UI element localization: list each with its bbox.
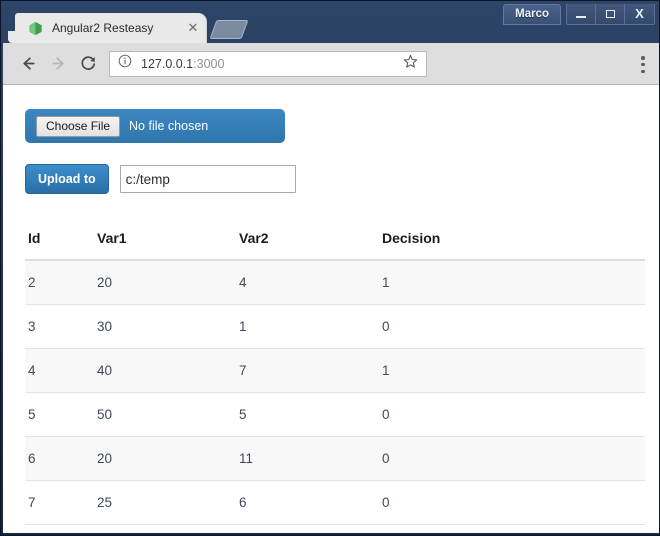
cell-var1: 40 <box>97 348 239 393</box>
cell-decision: 0 <box>382 480 645 525</box>
table-row: 3 30 1 0 <box>25 304 645 349</box>
cell-id: 5 <box>25 392 97 437</box>
cell-var1: 20 <box>97 260 239 305</box>
browser-menu-button[interactable] <box>641 56 645 73</box>
file-status-text: No file chosen <box>129 119 209 133</box>
angular-cube-icon <box>28 21 43 36</box>
cell-decision: 0 <box>382 392 645 437</box>
tab-strip: Angular2 Resteasy ✕ <box>1 13 659 43</box>
column-header-var1: Var1 <box>97 230 239 261</box>
new-tab-button[interactable] <box>209 20 249 39</box>
cell-var1: 50 <box>97 392 239 437</box>
tab-angular2-resteasy[interactable]: Angular2 Resteasy ✕ <box>8 13 207 43</box>
column-header-id: Id <box>25 230 97 261</box>
cell-id: 3 <box>25 304 97 349</box>
cell-id: 6 <box>25 436 97 481</box>
cell-decision: 1 <box>382 348 645 393</box>
menu-dot <box>641 56 645 60</box>
table-row: 5 50 5 0 <box>25 392 645 437</box>
cell-var2: 4 <box>239 260 382 305</box>
cell-decision: 0 <box>382 436 645 481</box>
info-circle-icon[interactable] <box>118 54 132 73</box>
file-picker-bar[interactable]: Choose File No file chosen <box>25 109 285 143</box>
upload-row: Upload to <box>25 164 643 194</box>
forward-button[interactable] <box>43 49 73 79</box>
cell-decision: 0 <box>382 304 645 349</box>
upload-path-input[interactable] <box>119 165 296 193</box>
cell-var2: 6 <box>239 480 382 525</box>
data-table: Id Var1 Var2 Decision 2 20 4 1 3 30 1 0 … <box>25 230 645 525</box>
address-bar[interactable]: 127.0.0.1:3000 <box>109 50 427 77</box>
tab-title: Angular2 Resteasy <box>52 21 154 35</box>
page-content: Choose File No file chosen Upload to Id … <box>3 85 659 525</box>
cell-var2: 7 <box>239 348 382 393</box>
column-header-decision: Decision <box>382 230 645 261</box>
choose-file-button[interactable]: Choose File <box>36 115 121 137</box>
browser-toolbar: 127.0.0.1:3000 <box>3 43 659 85</box>
url-host: 127.0.0.1 <box>141 56 194 71</box>
table-header-row: Id Var1 Var2 Decision <box>25 230 645 261</box>
cell-var1: 20 <box>97 436 239 481</box>
cell-id: 7 <box>25 480 97 525</box>
cell-var2: 11 <box>239 436 382 481</box>
browser-window: Marco X Angular2 Resteasy ✕ 127.0.0.1:30… <box>0 0 660 536</box>
table-row: 6 20 11 0 <box>25 436 645 481</box>
cell-var2: 5 <box>239 392 382 437</box>
menu-dot <box>641 69 645 73</box>
table-head: Id Var1 Var2 Decision <box>25 230 645 261</box>
cell-id: 4 <box>25 348 97 393</box>
table-row: 4 40 7 1 <box>25 348 645 393</box>
cell-decision: 1 <box>382 260 645 305</box>
table-row: 7 25 6 0 <box>25 480 645 525</box>
upload-to-button[interactable]: Upload to <box>25 164 109 194</box>
tab-close-icon[interactable]: ✕ <box>183 18 203 38</box>
column-header-var2: Var2 <box>239 230 382 261</box>
cell-var2: 1 <box>239 304 382 349</box>
back-button[interactable] <box>13 49 43 79</box>
bookmark-star-icon[interactable] <box>403 54 418 74</box>
page-viewport: Choose File No file chosen Upload to Id … <box>3 85 659 533</box>
cell-var1: 30 <box>97 304 239 349</box>
url-port: :3000 <box>193 56 225 71</box>
cell-id: 2 <box>25 260 97 305</box>
table-row: 2 20 4 1 <box>25 260 645 305</box>
table-body: 2 20 4 1 3 30 1 0 4 40 7 1 5 50 5 0 6 20… <box>25 260 645 525</box>
url-text: 127.0.0.1:3000 <box>141 57 397 71</box>
reload-button[interactable] <box>73 49 103 79</box>
menu-dot <box>641 62 645 67</box>
cell-var1: 25 <box>97 480 239 525</box>
